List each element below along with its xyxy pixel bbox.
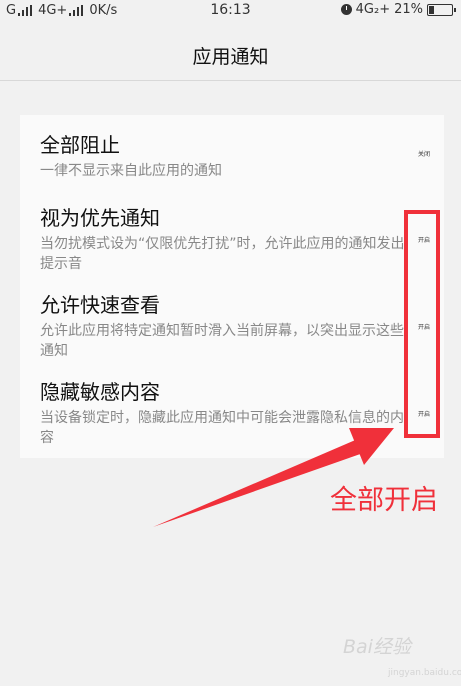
watermark-url: jingyan.baidu.com	[388, 668, 461, 678]
annotation-text: 全部开启	[330, 485, 438, 516]
watermark-logo: Bai经验	[343, 636, 411, 658]
arrow-icon	[153, 428, 394, 527]
